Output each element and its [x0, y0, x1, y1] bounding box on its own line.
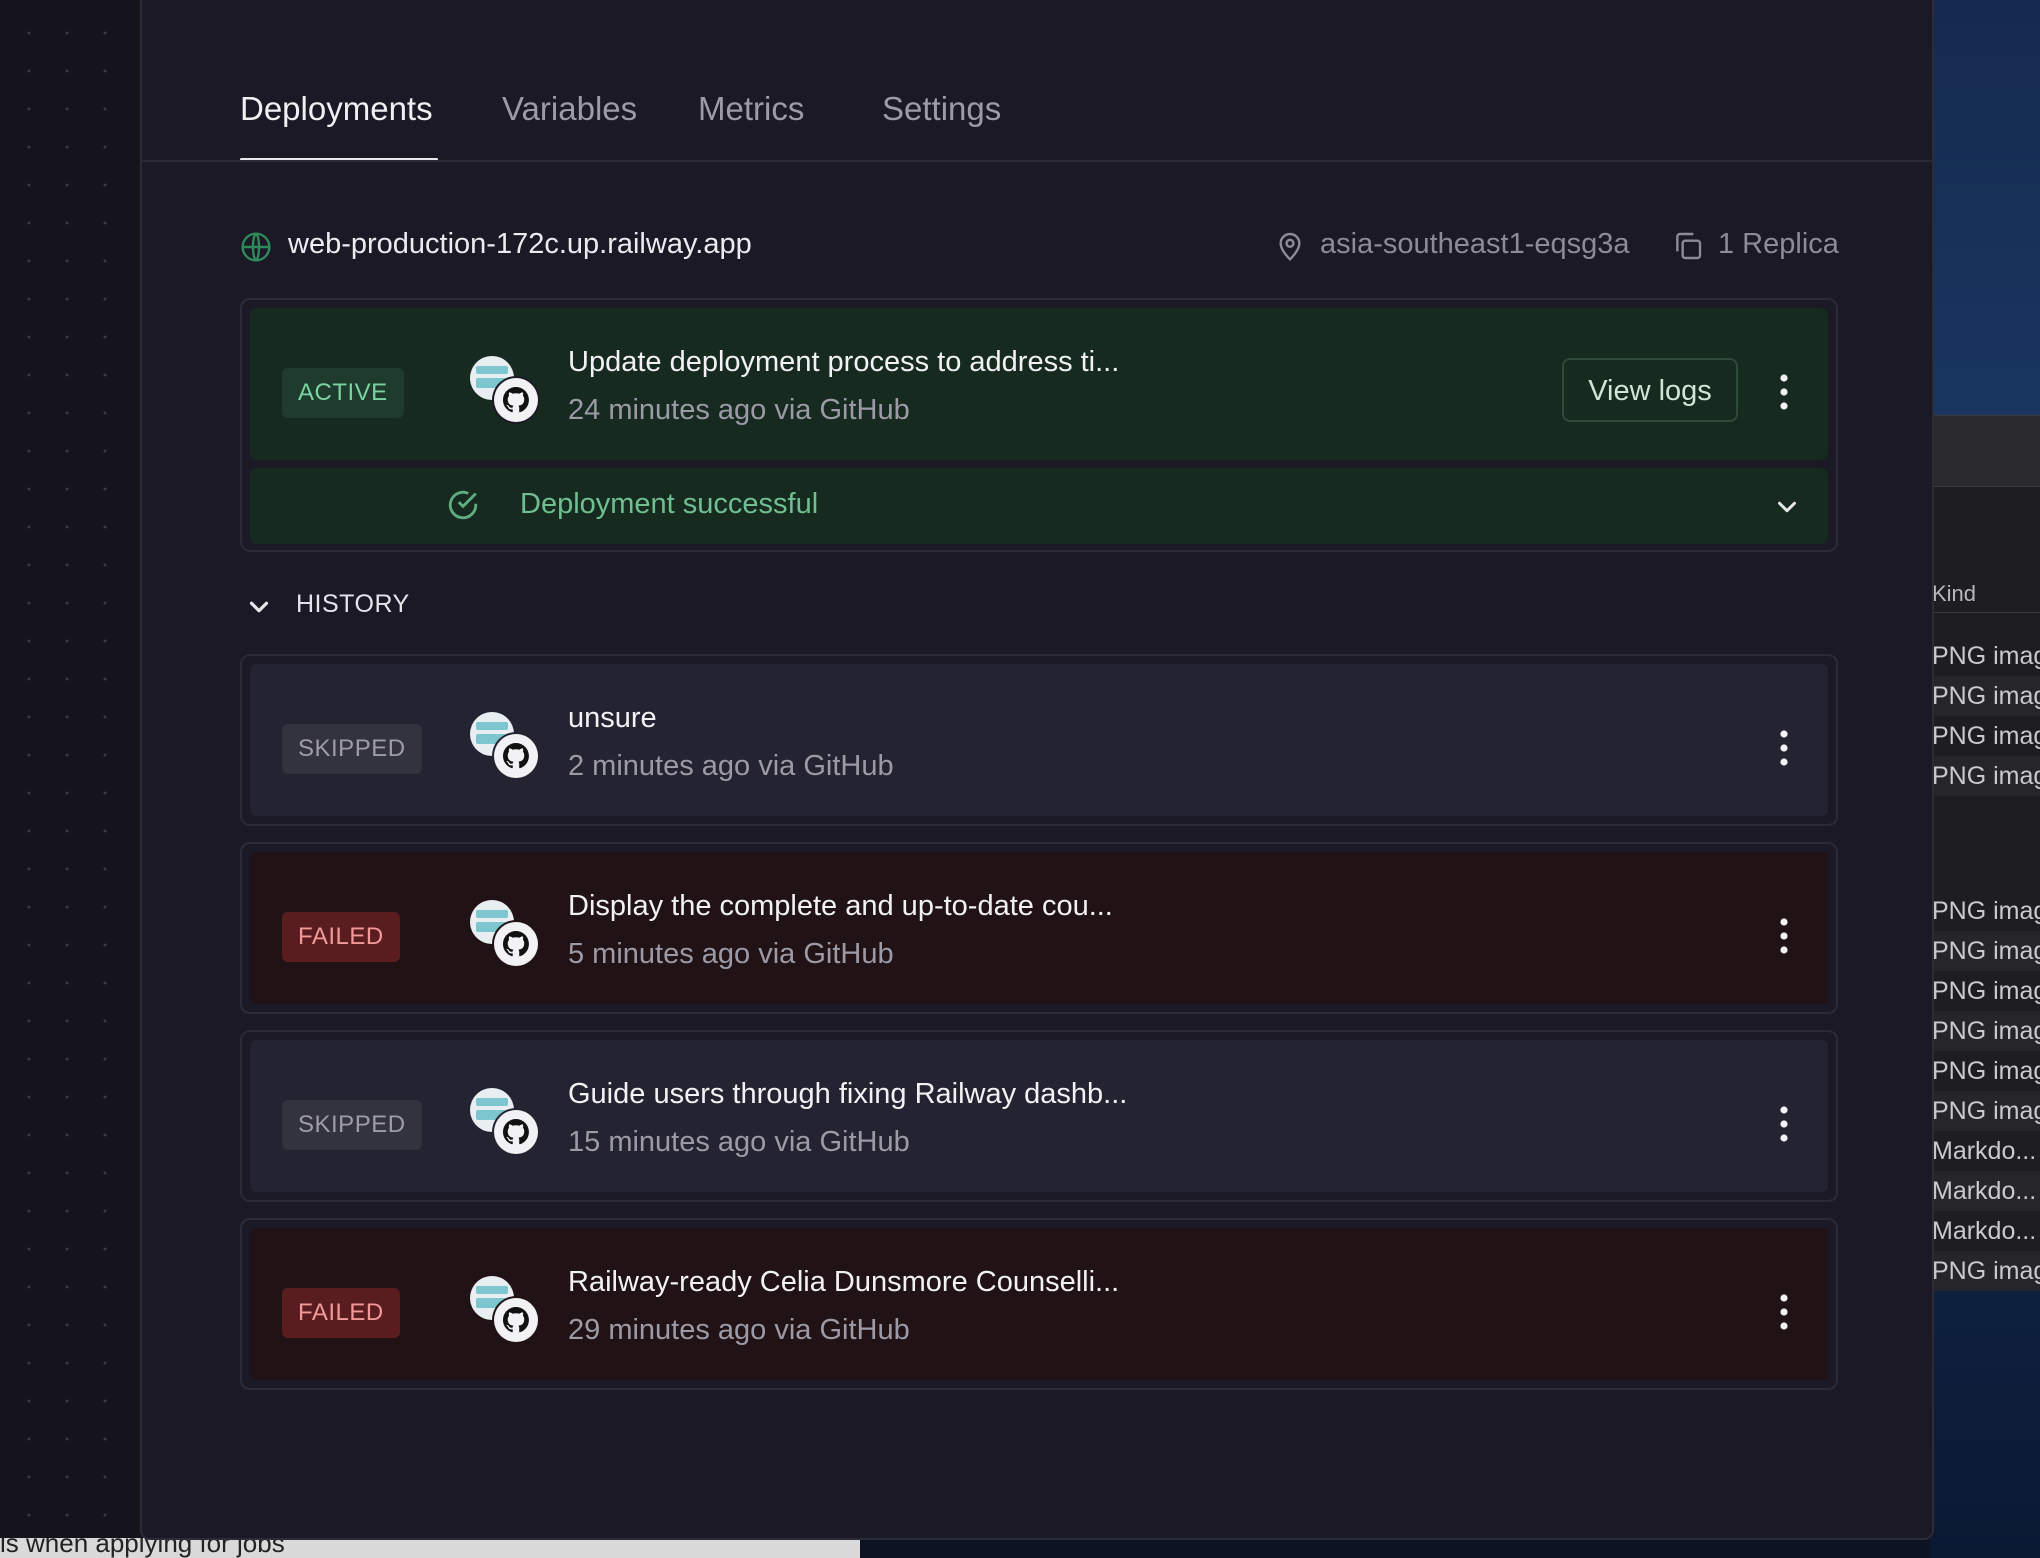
project-canvas	[0, 0, 142, 1558]
kebab-menu-icon[interactable]	[1772, 370, 1796, 414]
chevron-down-icon	[249, 601, 269, 613]
service-domain-link[interactable]: web-production-172c.up.railway.app	[288, 228, 752, 261]
github-avatar-icon	[470, 712, 540, 780]
commit-message: Update deployment process to address ti.…	[568, 346, 1120, 378]
status-badge: SKIPPED	[282, 1100, 422, 1150]
finder-row[interactable]: PNG image	[1930, 636, 2040, 676]
status-badge: SKIPPED	[282, 724, 422, 774]
commit-message: unsure	[568, 702, 657, 734]
finder-row[interactable]: PNG image	[1930, 1011, 2040, 1051]
history-deployment-card[interactable]: SKIPPED unsure 2 minutes ago via GitHub	[240, 654, 1838, 826]
history-deployment-card[interactable]: SKIPPED Guide users through fixing Railw…	[240, 1030, 1838, 1202]
deployment-row: FAILED Railway-ready Celia Dunsmore Coun…	[250, 1228, 1828, 1380]
replica-count: 1 Replica	[1718, 228, 1839, 260]
deployment-meta: 24 minutes ago via GitHub	[568, 394, 910, 426]
tab-deployments[interactable]: Deployments	[240, 90, 433, 128]
finder-file-list: PNG image PNG image PNG image PNG image …	[1930, 636, 2040, 1291]
kebab-menu-icon[interactable]	[1772, 1290, 1796, 1334]
finder-row[interactable]: PNG image	[1930, 971, 2040, 1011]
tab-metrics[interactable]: Metrics	[698, 90, 804, 128]
chevron-down-icon[interactable]	[1772, 492, 1802, 522]
close-button[interactable]	[1792, 0, 1828, 4]
deployment-meta: 2 minutes ago via GitHub	[568, 750, 894, 782]
finder-row[interactable]: PNG image	[1930, 716, 2040, 756]
tab-settings[interactable]: Settings	[882, 90, 1001, 128]
deployment-row: SKIPPED Guide users through fixing Railw…	[250, 1040, 1828, 1192]
finder-row[interactable]: PNG image	[1930, 1091, 2040, 1131]
kebab-menu-icon[interactable]	[1772, 1102, 1796, 1146]
deployment-meta: 29 minutes ago via GitHub	[568, 1314, 910, 1346]
kebab-menu-icon[interactable]	[1772, 914, 1796, 958]
finder-row[interactable]: Markdo...	[1930, 1211, 2040, 1251]
finder-row[interactable]: PNG image	[1930, 891, 2040, 931]
background-window-strip: ls when applying for jobs	[0, 1538, 860, 1558]
history-label: HISTORY	[296, 590, 410, 618]
commit-message: Display the complete and up-to-date cou.…	[568, 890, 1113, 922]
status-badge: FAILED	[282, 912, 400, 962]
deployment-row: SKIPPED unsure 2 minutes ago via GitHub	[250, 664, 1828, 816]
finder-window: Kind PNG image PNG image PNG image PNG i…	[1930, 415, 2040, 1291]
deployment-row: FAILED Display the complete and up-to-da…	[250, 852, 1828, 1004]
finder-row[interactable]: PNG image	[1930, 676, 2040, 716]
service-panel: web Deployments Variables Metrics Settin…	[140, 0, 1934, 1540]
map-pin-icon	[1279, 232, 1301, 261]
history-deployment-card[interactable]: FAILED Display the complete and up-to-da…	[240, 842, 1838, 1014]
tabs-divider	[142, 160, 1932, 162]
deployment-row: ACTIVE Update deployment process to addr…	[250, 308, 1828, 460]
commit-message: Guide users through fixing Railway dashb…	[568, 1078, 1128, 1110]
github-avatar-icon	[470, 900, 540, 968]
deployment-result-text: Deployment successful	[520, 488, 819, 520]
check-circle-icon	[448, 490, 478, 520]
background-window-text: ls when applying for jobs	[0, 1538, 285, 1558]
deployment-meta: 5 minutes ago via GitHub	[568, 938, 894, 970]
github-avatar-icon	[470, 1088, 540, 1156]
service-tabs: Deployments Variables Metrics Settings	[240, 76, 1940, 162]
close-icon	[1792, 0, 1828, 4]
deployment-meta: 15 minutes ago via GitHub	[568, 1126, 910, 1158]
finder-row[interactable]: PNG image	[1930, 1251, 2040, 1291]
kebab-menu-icon[interactable]	[1772, 726, 1796, 770]
finder-kind-column-header[interactable]: Kind	[1930, 576, 2040, 613]
finder-row[interactable]: PNG image	[1930, 1051, 2040, 1091]
finder-row[interactable]: Markdo...	[1930, 1171, 2040, 1211]
finder-toolbar	[1930, 416, 2040, 487]
tab-variables[interactable]: Variables	[502, 90, 637, 128]
finder-row[interactable]: Markdo...	[1930, 1131, 2040, 1171]
history-deployment-card[interactable]: FAILED Railway-ready Celia Dunsmore Coun…	[240, 1218, 1838, 1390]
status-badge: ACTIVE	[282, 368, 404, 418]
view-logs-button[interactable]: View logs	[1562, 358, 1738, 422]
region-label: asia-southeast1-eqsg3a	[1320, 228, 1630, 260]
copy-icon	[1676, 232, 1702, 260]
finder-row[interactable]: PNG image	[1930, 931, 2040, 971]
active-deployment-card[interactable]: ACTIVE Update deployment process to addr…	[240, 298, 1838, 552]
commit-message: Railway-ready Celia Dunsmore Counselli..…	[568, 1266, 1120, 1298]
deployment-status-strip[interactable]: Deployment successful	[250, 468, 1828, 544]
github-avatar-icon	[470, 1276, 540, 1344]
status-badge: FAILED	[282, 1288, 400, 1338]
domain-row: web-production-172c.up.railway.app asia-…	[240, 222, 1840, 268]
history-toggle[interactable]: HISTORY	[240, 586, 640, 626]
finder-row[interactable]: PNG image	[1930, 756, 2040, 796]
globe-icon	[241, 232, 271, 262]
github-avatar-icon	[470, 356, 540, 424]
